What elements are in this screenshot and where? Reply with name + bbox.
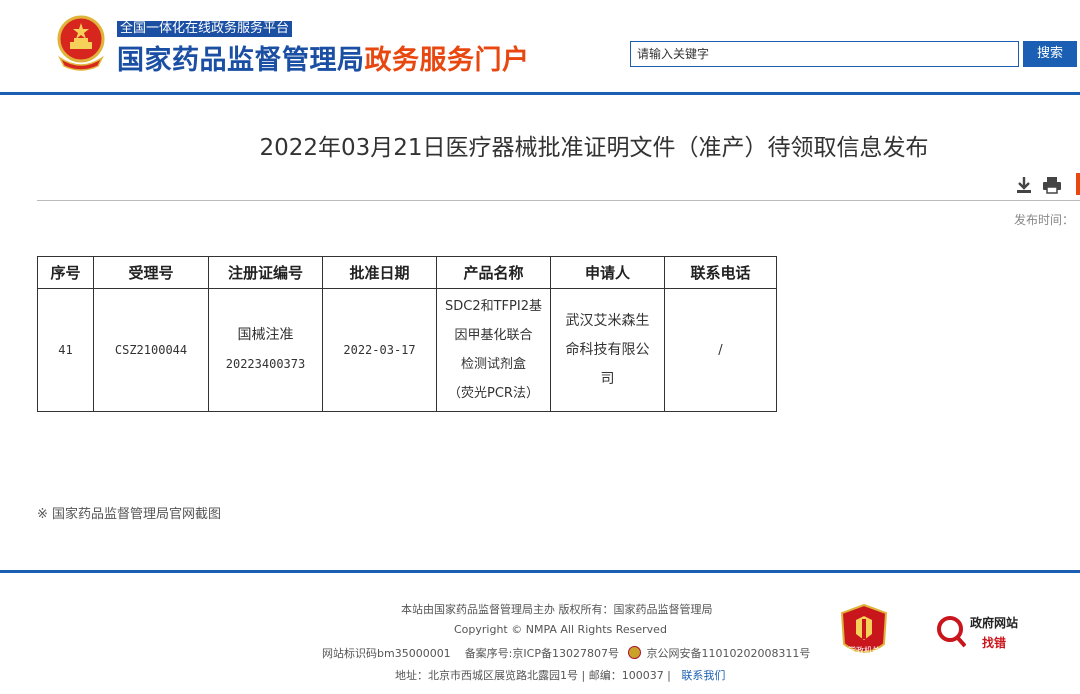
address-text: 地址：北京市西城区展览路北露园1号 | 邮编：100037 | (395, 669, 671, 682)
search-input[interactable] (630, 41, 1019, 67)
approval-table: 序号 受理号 注册证编号 批准日期 产品名称 申请人 联系电话 41 CSZ21… (37, 256, 777, 412)
site-suffix: 政务服务门户 (364, 45, 530, 76)
police-badge-icon (627, 646, 641, 659)
cell-seq: 41 (37, 288, 94, 412)
table-header-row: 序号 受理号 注册证编号 批准日期 产品名称 申请人 联系电话 (37, 256, 777, 289)
table-row: 41 CSZ2100044 国械注准 20223400373 2022-03-1… (37, 288, 777, 412)
print-icon[interactable] (1042, 176, 1062, 194)
col-header-reg-no: 注册证编号 (208, 256, 323, 289)
gov-site-error-icon[interactable] (936, 609, 966, 649)
footer-registration: 网站标识码bm35000001 备案序号:京ICP备13027807号 京公网安… (322, 645, 810, 661)
site-name: 国家药品监督管理局 (117, 45, 365, 76)
gov-site-label[interactable]: 政府网站 (970, 614, 1018, 631)
col-header-date: 批准日期 (322, 256, 437, 289)
national-emblem-icon (57, 15, 105, 71)
footer-sponsor: 本站由国家药品监督管理局主办 版权所有：国家药品监督管理局 (401, 603, 713, 616)
reg-no-line-1: 国械注准 (237, 327, 294, 343)
applicant-line-3: 司 (600, 370, 615, 387)
reg-no-line-2: 20223400373 (225, 357, 306, 371)
party-government-badge-icon[interactable]: 党政机关 (840, 604, 888, 660)
cell-date: 2022-03-17 (322, 288, 437, 412)
site-id: 网站标识码bm35000001 (322, 647, 451, 660)
share-edge-icon[interactable] (1076, 173, 1080, 195)
col-header-phone: 联系电话 (664, 256, 777, 289)
cell-accept-no: CSZ2100044 (93, 288, 209, 412)
cell-applicant: 武汉艾米森生 命科技有限公 司 (550, 288, 665, 412)
party-badge-label: 党政机关 (848, 645, 880, 655)
cell-product: SDC2和TFPI2基 因甲基化联合 检测试剂盒 （荧光PCR法） (436, 288, 551, 412)
contact-us-link[interactable]: 联系我们 (681, 669, 725, 682)
col-header-applicant: 申请人 (550, 256, 665, 289)
cell-reg-no: 国械注准 20223400373 (208, 288, 323, 412)
footer-divider (0, 570, 1080, 573)
platform-tag[interactable]: 全国一体化在线政务服务平台 (117, 21, 293, 37)
police-record[interactable]: 京公网安备11010202008311号 (646, 647, 810, 660)
cell-phone: / (664, 288, 777, 412)
download-icon[interactable] (1015, 176, 1033, 194)
site-title[interactable]: 国家药品监督管理局政务服务门户 (117, 38, 530, 77)
product-line-1: SDC2和TFPI2基 (445, 299, 542, 314)
gov-site-error-label[interactable]: 找错 (982, 634, 1006, 651)
footer-address: 地址：北京市西城区展览路北露园1号 | 邮编：100037 | 联系我们 (395, 667, 725, 683)
product-line-3: 检测试剂盒 (460, 357, 526, 372)
icp-record[interactable]: 备案序号:京ICP备13027807号 (465, 647, 619, 660)
publish-time-label: 发布时间： (1014, 213, 1075, 227)
applicant-line-2: 命科技有限公 (565, 341, 650, 358)
header-divider (0, 92, 1080, 95)
col-header-product: 产品名称 (436, 256, 551, 289)
article-title: 2022年03月21日医疗器械批准证明文件（准产）待领取信息发布 (259, 135, 929, 161)
search-button[interactable]: 搜索 (1023, 41, 1077, 67)
screenshot-note: ※ 国家药品监督管理局官网截图 (37, 507, 222, 522)
footer-copyright: Copyright © NMPA All Rights Reserved (454, 623, 667, 636)
product-line-2: 因甲基化联合 (454, 328, 533, 343)
article-divider (37, 200, 1080, 201)
product-line-4: （荧光PCR法） (448, 386, 539, 401)
applicant-line-1: 武汉艾米森生 (565, 312, 650, 329)
col-header-accept-no: 受理号 (93, 256, 209, 289)
col-header-seq: 序号 (37, 256, 94, 289)
